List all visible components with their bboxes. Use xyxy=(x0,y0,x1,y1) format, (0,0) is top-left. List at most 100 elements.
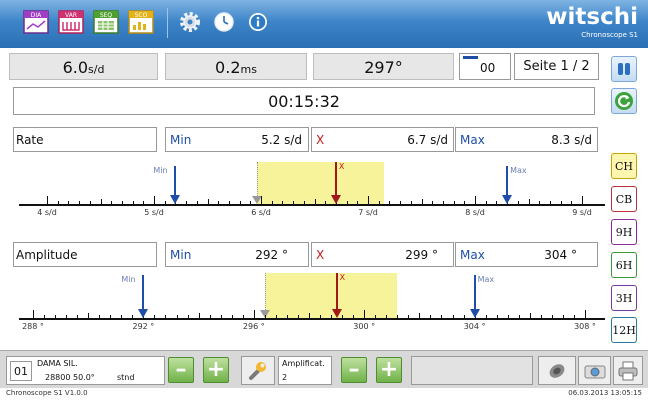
amplitude-tick xyxy=(286,315,288,319)
amplitude-max-marker-label: Max xyxy=(477,275,495,284)
amplitude-tick-label: 296 ° xyxy=(242,322,265,331)
position-9h-button[interactable]: 9H xyxy=(611,219,637,245)
rate-tick xyxy=(517,201,519,205)
var-icon[interactable]: VAR xyxy=(57,8,85,36)
rate-tick-label: 4 s/d xyxy=(37,208,57,217)
amplitude-tick xyxy=(452,315,454,319)
rate-tick xyxy=(196,201,198,205)
page-indicator[interactable]: Seite 1 / 2 xyxy=(514,53,599,80)
rate-tick xyxy=(560,201,562,205)
amplitude-tick xyxy=(176,315,178,319)
dia-icon[interactable]: DIA xyxy=(22,8,50,36)
amplification-plus-button[interactable]: + xyxy=(376,357,402,383)
amplitude-tick xyxy=(397,315,399,319)
watch-plus-button[interactable]: + xyxy=(203,357,229,383)
svg-text:SEQ: SEQ xyxy=(100,12,113,19)
position-ch-button[interactable]: CH xyxy=(611,153,637,179)
watch-info-box[interactable]: 01 DAMA SIL. 28800 50.0° stnd xyxy=(6,356,165,385)
amplitude-tick xyxy=(320,315,322,319)
sco-icon[interactable]: SCO xyxy=(127,8,155,36)
amplitude-min-marker-label: Min xyxy=(121,275,136,284)
camera-button[interactable] xyxy=(578,356,611,385)
amplitude-tick xyxy=(110,315,112,319)
rate-tick xyxy=(346,201,348,205)
amplitude-tick xyxy=(44,315,46,319)
amplitude-min-value: 292 ° xyxy=(255,248,288,262)
rate-tick xyxy=(325,201,327,205)
rate-tick xyxy=(261,196,262,205)
clock-icon[interactable] xyxy=(210,8,238,36)
amplitude-mean-marker-label: X xyxy=(339,273,346,282)
pause-button[interactable] xyxy=(611,56,637,82)
position-cb-button[interactable]: CB xyxy=(611,186,637,212)
position-3h-button[interactable]: 3H xyxy=(611,285,637,311)
rate-tick xyxy=(421,199,423,205)
amplitude-mean-value: 299 ° xyxy=(405,248,438,262)
beat-error-unit: ms xyxy=(240,63,257,76)
info-icon[interactable] xyxy=(244,8,272,36)
amplitude-min-arrowhead xyxy=(138,309,149,318)
position-6h-button[interactable]: 6H xyxy=(611,252,637,278)
seq-icon[interactable]: SEQ xyxy=(92,8,120,36)
position-12h-button[interactable]: 12H xyxy=(611,317,637,343)
printer-icon xyxy=(618,361,638,380)
rate-tick xyxy=(410,201,412,205)
refresh-button[interactable] xyxy=(611,88,637,114)
amplitude-min-label: Min xyxy=(170,248,192,262)
logo-subtitle: Chronoscope S1 xyxy=(581,31,638,39)
rate-tick xyxy=(453,201,455,205)
amplitude-max-value: 304 ° xyxy=(544,248,577,262)
rate-stat-value: 6.0 xyxy=(62,58,89,77)
wrench-button[interactable] xyxy=(241,356,275,385)
amplification-box[interactable]: Amplificat. 2 xyxy=(278,356,332,385)
rate-mean-marker-label: X xyxy=(338,162,345,171)
microphone-button[interactable] xyxy=(538,356,576,385)
rate-tick xyxy=(282,201,284,205)
rate-tick xyxy=(400,201,402,205)
witschi-logo: witschi Chronoscope S1 xyxy=(546,3,638,40)
rate-min-label: Min xyxy=(170,133,192,147)
rate-tick xyxy=(186,201,188,205)
rate-tick xyxy=(378,201,380,205)
amplitude-mean-box: X 299 ° xyxy=(311,242,454,267)
software-version: Chronoscope S1 V1.0.0 xyxy=(6,389,88,397)
amplitude-label-box: Amplitude xyxy=(13,242,157,267)
rate-tick xyxy=(571,201,573,205)
amplitude-tick xyxy=(209,315,211,319)
amplitude-tick xyxy=(253,310,255,319)
amplitude-tick-label: 300 ° xyxy=(353,322,376,331)
print-button[interactable] xyxy=(613,356,643,385)
rate-mean-arrowhead xyxy=(330,195,341,204)
rate-tick xyxy=(271,201,273,205)
rate-tick xyxy=(57,201,59,205)
gear-icon[interactable] xyxy=(176,8,204,36)
rate-tick xyxy=(539,201,541,205)
amplitude-tick xyxy=(242,315,244,319)
amplitude-tick xyxy=(353,315,355,319)
rate-tolerance-band xyxy=(256,162,385,204)
amplitude-stat-box: 297° xyxy=(313,53,454,80)
rate-tick xyxy=(79,201,81,205)
main-panel: 6.0 s/d 0.2 ms 297° 00 Seite 1 / 2 00:15:3… xyxy=(9,52,605,344)
amplitude-tick xyxy=(375,315,377,319)
amplitude-max-label: Max xyxy=(460,248,485,262)
amplitude-axis-line xyxy=(19,318,605,320)
rate-tick xyxy=(303,201,305,205)
watch-minus-button[interactable]: – xyxy=(168,357,194,383)
rate-stat-unit: s/d xyxy=(88,63,105,76)
amplification-minus-button[interactable]: – xyxy=(341,357,367,383)
amplitude-tick xyxy=(309,313,310,319)
rate-tick xyxy=(475,196,476,205)
rate-label: Rate xyxy=(16,133,44,147)
amplitude-stat-value: 297° xyxy=(364,58,403,77)
rate-tick xyxy=(100,199,102,205)
amplitude-tick xyxy=(430,315,432,319)
rate-tick xyxy=(250,201,252,205)
watch-name: DAMA SIL. xyxy=(37,359,78,368)
watch-position: stnd xyxy=(117,373,135,382)
amplitude-tick xyxy=(132,315,134,319)
rate-tick xyxy=(164,201,166,205)
rate-tick xyxy=(485,201,487,205)
rate-tick xyxy=(207,199,209,205)
rate-max-marker xyxy=(506,166,509,197)
